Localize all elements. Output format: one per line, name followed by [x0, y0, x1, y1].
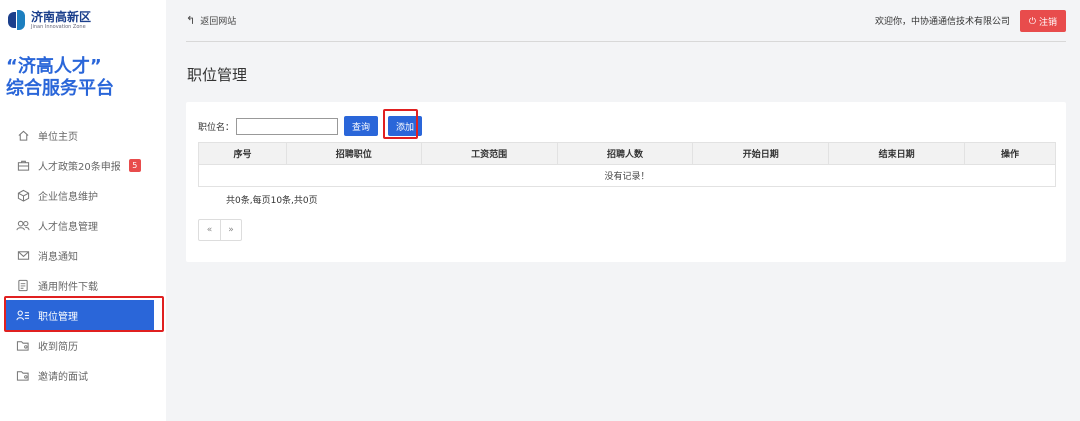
column-header-position: 招聘职位	[285, 142, 422, 165]
logo-text-en: Jinan Innovation Zone	[31, 23, 86, 30]
folder-user-icon	[16, 338, 30, 352]
position-name-label: 职位名：	[198, 122, 235, 133]
column-header-start-date: 开始日期	[692, 142, 830, 165]
column-header-end-date: 结束日期	[828, 142, 966, 165]
logo[interactable]: 济南高新区 Jinan Innovation Zone	[8, 10, 91, 30]
next-page-button[interactable]: »	[220, 220, 241, 240]
pagination: « »	[198, 219, 242, 241]
sidebar-item-label: 通用附件下载	[38, 281, 98, 293]
column-header-index: 序号	[198, 142, 287, 165]
logout-button[interactable]: ⏻ 注销	[1020, 10, 1066, 32]
query-button[interactable]: 查询	[344, 116, 379, 136]
back-link-label: 返回网站	[200, 17, 237, 27]
highlight-box-nav	[4, 296, 164, 332]
logo-icon	[8, 10, 26, 30]
users-icon	[16, 218, 30, 232]
welcome-text: 欢迎你，中协通通信技术有限公司	[874, 17, 1010, 27]
home-icon	[16, 128, 30, 142]
sidebar-item-label: 收到简历	[38, 341, 78, 353]
logout-label: 注销	[1039, 16, 1058, 27]
empty-state-text: 没有记录！	[198, 164, 1056, 187]
sidebar-item-interviews[interactable]: 邀请的面试	[0, 360, 166, 390]
top-bar: ↰ 返回网站 欢迎你，中协通通信技术有限公司 ⏻ 注销	[186, 0, 1066, 42]
highlight-box-add	[383, 109, 418, 139]
sidebar-item-label: 人才政策20条申报	[38, 161, 121, 173]
sidebar-item-policy[interactable]: 人才政策20条申报 5	[0, 150, 166, 180]
platform-title: “济高人才” 综合服务平台	[6, 56, 114, 99]
column-header-headcount: 招聘人数	[556, 142, 694, 165]
power-icon: ⏻	[1028, 15, 1037, 26]
page-title: 职位管理	[187, 66, 248, 84]
sidebar-item-label: 人才信息管理	[38, 221, 98, 233]
notification-badge: 5	[128, 158, 141, 172]
sidebar-item-label: 单位主页	[38, 131, 78, 143]
table-row: 没有记录！	[198, 164, 1056, 187]
folder-user-icon	[16, 368, 30, 382]
sidebar-item-label: 消息通知	[38, 251, 78, 263]
sidebar-item-company-info[interactable]: 企业信息维护	[0, 180, 166, 210]
logo-text-zh: 济南高新区	[31, 9, 92, 24]
sidebar-item-home[interactable]: 单位主页	[0, 120, 166, 150]
column-header-salary: 工资范围	[420, 142, 558, 165]
sidebar-nav: 单位主页 人才政策20条申报 5 企业信息维护 人才信息管理 消息通知 通用附件…	[0, 120, 166, 390]
sidebar-item-label: 邀请的面试	[38, 371, 88, 383]
positions-table: 序号 招聘职位 工资范围 招聘人数 开始日期 结束日期 操作 没有记录！	[198, 142, 1056, 187]
column-header-actions: 操作	[964, 142, 1056, 165]
cube-icon	[16, 188, 30, 202]
back-to-site-link[interactable]: ↰ 返回网站	[186, 14, 236, 27]
sidebar-item-talent-info[interactable]: 人才信息管理	[0, 210, 166, 240]
sidebar-item-received-resumes[interactable]: 收到简历	[0, 330, 166, 360]
prev-page-button[interactable]: «	[199, 220, 220, 240]
sidebar-item-messages[interactable]: 消息通知	[0, 240, 166, 270]
sidebar: 济南高新区 Jinan Innovation Zone “济高人才” 综合服务平…	[0, 0, 166, 421]
sidebar-item-label: 企业信息维护	[38, 191, 98, 203]
content-panel: 职位名： 查询 添加 序号 招聘职位 工资范围 招聘人数 开始日期 结束日期 操…	[186, 102, 1066, 262]
position-name-input[interactable]	[236, 117, 339, 135]
pagination-summary: 共0条,每页10条,共0页	[226, 196, 318, 206]
back-arrow-icon: ↰	[186, 14, 196, 27]
table-header-row: 序号 招聘职位 工资范围 招聘人数 开始日期 结束日期 操作	[198, 142, 1056, 165]
document-icon	[16, 278, 30, 292]
briefcase-icon	[16, 158, 30, 172]
envelope-icon	[16, 248, 30, 262]
